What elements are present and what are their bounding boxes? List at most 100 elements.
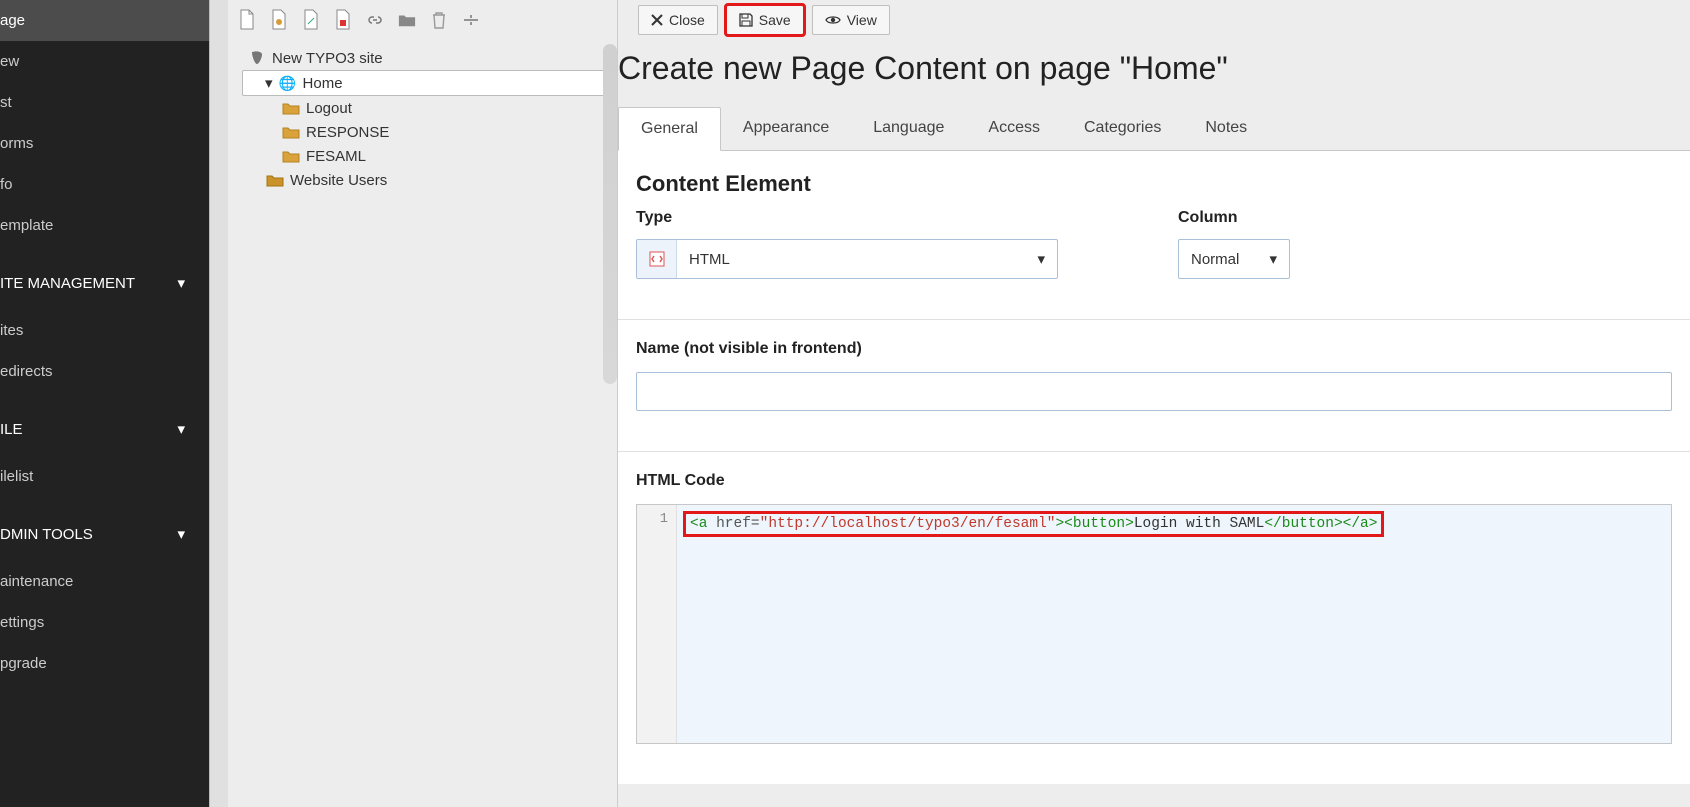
sidebar-group-label: ITE MANAGEMENT [0,275,135,292]
folder-icon [266,171,284,189]
new-record-icon[interactable] [334,11,352,29]
tree-home[interactable]: ▾ 🌐 Home [242,70,613,96]
panel-name: Name (not visible in frontend) [618,320,1690,452]
tab-notes[interactable]: Notes [1183,107,1269,150]
sidebar-item-maintenance[interactable]: aintenance [0,561,209,602]
chevron-down-icon: ▾ [177,274,185,292]
code-token: ><button> [1055,516,1133,532]
code-token: = [751,516,760,532]
column-label: Column [1178,209,1290,227]
code-area[interactable]: <a href="http://localhost/typo3/en/fesam… [677,505,1671,743]
caret-down-icon: ▾ [265,74,273,92]
folder-page-icon [282,99,300,117]
code-token: Login with SAML [1134,516,1265,532]
action-bar: Close Save View [618,0,1690,40]
tree-child-response[interactable]: RESPONSE [244,120,613,144]
column-select[interactable]: Normal ▾ [1178,239,1290,279]
html-type-icon [637,240,677,278]
tab-general[interactable]: General [618,107,721,151]
folder-icon[interactable] [398,11,416,29]
type-select[interactable]: HTML ▾ [636,239,1058,279]
code-token: <a [690,516,716,532]
tree-home-label: Home [303,75,343,92]
sidebar-item-view[interactable]: ew [0,41,209,82]
code-token: </button></a> [1264,516,1377,532]
tab-language[interactable]: Language [851,107,966,150]
page-title: Create new Page Content on page "Home" [618,48,1690,107]
tab-categories[interactable]: Categories [1062,107,1183,150]
save-icon [739,13,753,27]
typo3-icon [248,49,266,67]
tree-toolbar [228,0,617,40]
page-tree: New TYPO3 site ▾ 🌐 Home Logout RESPONSE … [228,40,617,196]
code-token: href [716,516,751,532]
tree-child-label: FESAML [306,148,366,165]
code-editor[interactable]: 1 <a href="http://localhost/typo3/en/fes… [636,504,1672,744]
close-button[interactable]: Close [638,5,718,35]
page-tree-panel: New TYPO3 site ▾ 🌐 Home Logout RESPONSE … [228,0,618,807]
type-field: Type HTML ▾ [636,209,1058,279]
module-sidebar: age ew st orms fo emplate ITE MANAGEMENT… [0,0,209,807]
chevron-down-icon: ▾ [1037,250,1045,268]
sidebar-group-label: DMIN TOOLS [0,526,93,543]
tree-child-logout[interactable]: Logout [244,96,613,120]
content-panel: Close Save View Create new Page Content … [618,0,1690,807]
code-token: "http://localhost/typo3/en/fesaml" [760,516,1056,532]
save-button[interactable]: Save [726,5,804,35]
sidebar-group-label: ILE [0,421,23,438]
link-icon[interactable] [366,11,384,29]
new-user-page-icon[interactable] [270,11,288,29]
chevron-down-icon: ▾ [177,525,185,543]
tabs: General Appearance Language Access Categ… [618,107,1690,151]
tree-child-website-users[interactable]: Website Users [244,168,613,192]
sidebar-item-redirects[interactable]: edirects [0,351,209,392]
folder-page-icon [282,147,300,165]
sidebar-item-settings[interactable]: ettings [0,602,209,643]
sidebar-item-template[interactable]: emplate [0,205,209,246]
sidebar-group-admin-tools[interactable]: DMIN TOOLS ▾ [0,507,209,561]
tree-child-label: Logout [306,100,352,117]
globe-icon: 🌐 [279,74,297,92]
divider-icon[interactable] [462,11,480,29]
sidebar-item-list[interactable]: st [0,82,209,123]
tree-root[interactable]: New TYPO3 site [244,46,613,70]
type-label: Type [636,209,1058,227]
trash-icon[interactable] [430,11,448,29]
page-body: Create new Page Content on page "Home" G… [618,40,1690,784]
sidebar-item-sites[interactable]: ites [0,310,209,351]
close-label: Close [669,12,705,28]
tree-child-fesaml[interactable]: FESAML [244,144,613,168]
sidebar-item-filelist[interactable]: ilelist [0,456,209,497]
name-input[interactable] [636,372,1672,411]
panel-content-element: Content Element Type HTML ▾ C [618,151,1690,320]
column-field: Column Normal ▾ [1178,209,1290,279]
save-label: Save [759,12,791,28]
sidebar-item-forms[interactable]: orms [0,123,209,164]
sidebar-group-file[interactable]: ILE ▾ [0,402,209,456]
chevron-down-icon: ▾ [1269,250,1277,268]
tab-access[interactable]: Access [966,107,1062,150]
tree-child-label: RESPONSE [306,124,389,141]
section-heading: Content Element [636,171,1672,197]
column-value: Normal [1191,251,1239,268]
new-link-page-icon[interactable] [302,11,320,29]
close-icon [651,14,663,26]
code-highlight-box: <a href="http://localhost/typo3/en/fesam… [683,511,1384,537]
sidebar-item-page[interactable]: age [0,0,209,41]
sidebar-item-info[interactable]: fo [0,164,209,205]
tree-child-label: Website Users [290,172,387,189]
line-number: 1 [637,511,668,527]
folder-page-icon [282,123,300,141]
tree-scrollbar[interactable] [603,44,617,384]
tab-appearance[interactable]: Appearance [721,107,851,150]
panel-html-code: HTML Code 1 <a href="http://localhost/ty… [618,452,1690,784]
name-label: Name (not visible in frontend) [636,340,1672,358]
view-button[interactable]: View [812,5,890,35]
sidebar-scrollbar[interactable] [209,0,228,807]
sidebar-item-upgrade[interactable]: pgrade [0,643,209,684]
new-page-icon[interactable] [238,11,256,29]
code-gutter: 1 [637,505,677,743]
type-value: HTML [689,251,730,268]
sidebar-group-site-management[interactable]: ITE MANAGEMENT ▾ [0,256,209,310]
chevron-down-icon: ▾ [177,420,185,438]
